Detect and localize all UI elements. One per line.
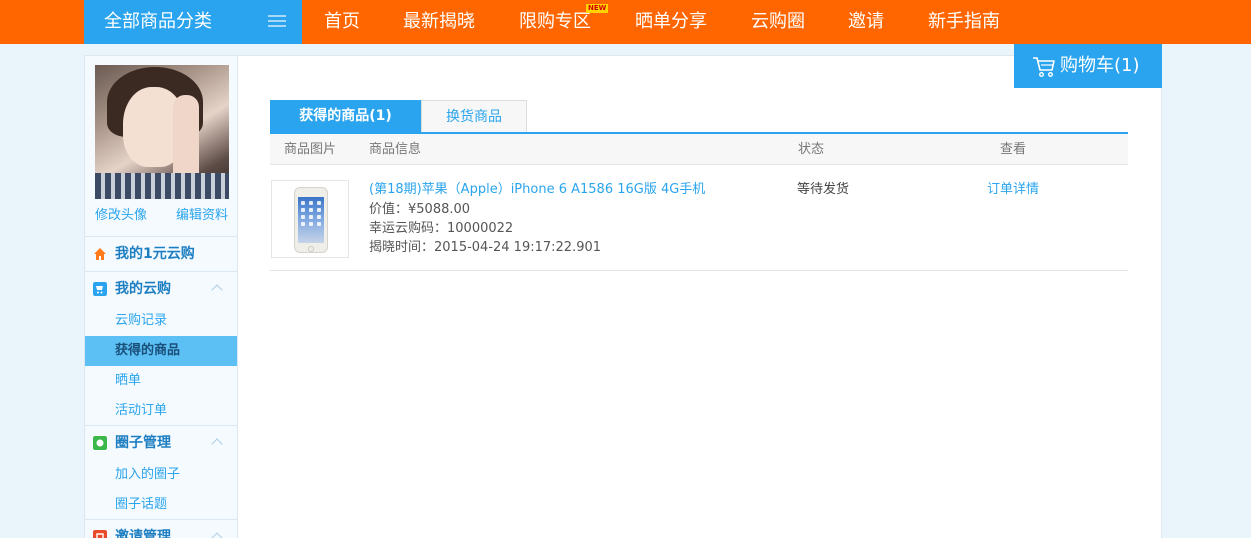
avatar[interactable] [95,65,229,199]
iphone-image [294,187,328,253]
nav-limited-zone-label: 限购专区 [519,11,591,32]
nav-latest-reveal[interactable]: 最新揭晓 [403,0,475,44]
menu-head-invite[interactable]: 邀请管理 [85,520,237,538]
menu-head-my-cloud[interactable]: 我的云购 [85,272,237,306]
sidebar-item-activity-orders[interactable]: 活动订单 [85,396,237,426]
cart-button[interactable]: 购物车(1) [1014,44,1162,88]
sidebar-item-share-orders[interactable]: 晒单 [85,366,237,396]
chevron-up-icon[interactable] [211,438,223,450]
menu-section-my-1yuan: 我的1元云购 [85,236,237,271]
menu-head-label: 我的1元云购 [115,246,195,262]
user-sidebar: 修改头像 编辑资料 我的1元云购 我的云购 云购记录 获得的商品 晒单 活动订单… [84,55,238,538]
circle-icon [93,436,107,450]
tab-exchange-goods[interactable]: 换货商品 [421,100,527,132]
menu-icon [268,15,286,28]
invite-icon [93,530,107,538]
menu-head-label: 邀请管理 [115,529,171,538]
table-row: (第18期)苹果（Apple）iPhone 6 A1586 16G版 4G手机 … [270,166,1128,271]
menu-section-invite: 邀请管理 [85,519,237,538]
all-categories-button[interactable]: 全部商品分类 [84,0,302,44]
table-header: 商品图片 商品信息 状态 查看 [270,134,1128,165]
cart-label: 购物车(1) [1060,55,1140,76]
nav-invite[interactable]: 邀请 [848,0,884,44]
home-icon [94,248,106,260]
menu-head-label: 圈子管理 [115,435,171,451]
edit-profile-link[interactable]: 编辑资料 [176,204,228,223]
product-price: 价值：¥5088.00 [369,202,471,217]
chevron-up-icon[interactable] [211,532,223,538]
content-panel: 获得的商品(1) 换货商品 商品图片 商品信息 状态 查看 (第18期)苹果（A… [238,55,1162,538]
lucky-code: 幸运云购码：10000022 [369,221,514,236]
header-status: 状态 [798,142,825,157]
tab-won-goods[interactable]: 获得的商品(1) [270,100,421,132]
shopping-cart-icon [1033,57,1055,78]
new-badge: NEW [586,4,609,13]
sidebar-item-joined-circles[interactable]: 加入的圈子 [85,460,237,490]
menu-section-circle: 圈子管理 加入的圈子 圈子话题 [85,425,237,520]
nav-share-orders[interactable]: 晒单分享 [635,0,707,44]
edit-avatar-link[interactable]: 修改头像 [95,204,147,223]
product-title-link[interactable]: (第18期)苹果（Apple）iPhone 6 A1586 16G版 4G手机 [369,180,789,200]
product-info: (第18期)苹果（Apple）iPhone 6 A1586 16G版 4G手机 … [369,180,789,257]
nav-home[interactable]: 首页 [324,0,360,44]
top-nav-bar: 全部商品分类 首页 最新揭晓 限购专区 NEW 晒单分享 云购圈 邀请 新手指南 [0,0,1251,44]
reveal-time: 揭晓时间：2015-04-24 19:17:22.901 [369,240,602,255]
menu-section-my-cloud: 我的云购 云购记录 获得的商品 晒单 活动订单 [85,271,237,426]
sidebar-item-circle-topics[interactable]: 圈子话题 [85,490,237,520]
nav-limited-zone[interactable]: 限购专区 NEW [519,0,609,44]
header-info: 商品信息 [369,142,422,157]
sidebar-item-won-goods[interactable]: 获得的商品 [85,336,237,366]
cart-icon [93,282,107,296]
all-categories-label: 全部商品分类 [104,11,212,32]
menu-head-label: 我的云购 [115,281,171,297]
menu-head-circle[interactable]: 圈子管理 [85,426,237,460]
chevron-up-icon[interactable] [211,284,223,296]
menu-head-my-1yuan[interactable]: 我的1元云购 [85,237,237,271]
header-image: 商品图片 [284,142,337,157]
order-status: 等待发货 [797,182,850,197]
nav-beginner-guide[interactable]: 新手指南 [928,0,1000,44]
header-view: 查看 [1000,142,1027,157]
nav-cloud-circle[interactable]: 云购圈 [751,0,805,44]
profile-links: 修改头像 编辑资料 [85,204,237,224]
product-image[interactable] [271,180,349,258]
tab-bar: 获得的商品(1) 换货商品 [270,100,1128,134]
order-detail-link[interactable]: 订单详情 [987,180,1039,200]
sidebar-item-cloud-records[interactable]: 云购记录 [85,306,237,336]
